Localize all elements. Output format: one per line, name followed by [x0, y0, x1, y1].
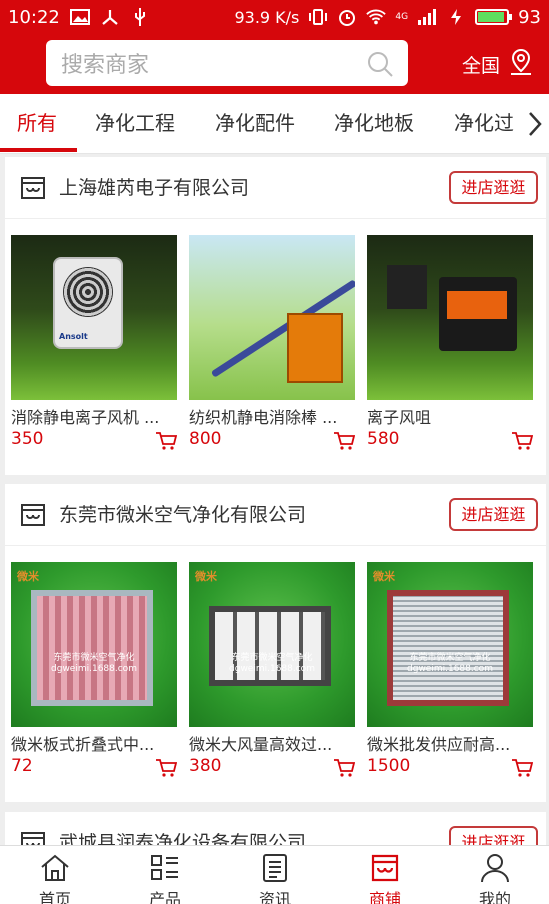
product-image-url: dgweimi.1688.com: [407, 664, 493, 674]
product-image-brand: 微米: [373, 570, 395, 583]
location-label: 全国: [462, 55, 501, 77]
product-item[interactable]: 离子风咀 580: [367, 235, 534, 450]
product-item[interactable]: 微米 东莞市微米空气净化 dgweimi.1688.com 微米大风量高效过..…: [189, 562, 356, 777]
network-type: 4G: [395, 12, 409, 22]
visit-store-button[interactable]: 进店逛逛: [449, 171, 538, 204]
category-tabs: 所有 净化工程 净化配件 净化地板 净化过: [0, 94, 549, 154]
network-speed: 93.9 K/s: [234, 7, 300, 27]
location-selector[interactable]: 全国: [462, 48, 534, 81]
nav-news-label: 资讯: [258, 890, 291, 904]
bottom-navigation: 首页 产品 资讯 商铺 我的: [0, 845, 549, 904]
alarm-icon: [337, 8, 357, 26]
cart-icon[interactable]: [155, 431, 178, 455]
product-image[interactable]: 微米 东莞市微米空气净化 dgweimi.1688.com: [189, 562, 355, 727]
store-icon: [19, 501, 47, 533]
nav-profile[interactable]: 我的: [440, 852, 549, 904]
tab-purification-parts[interactable]: 净化配件: [215, 94, 295, 152]
product-title: 离子风咀: [367, 408, 432, 426]
product-title: 微米板式折叠式中...: [11, 735, 155, 753]
status-bar: 10:22 93.9 K/s 4G 93: [0, 0, 549, 34]
product-image[interactable]: [189, 235, 355, 400]
nav-products-label: 产品: [148, 890, 181, 904]
tab-purification-filter[interactable]: 净化过: [454, 94, 514, 152]
product-image-caption: 东莞市微米空气净化: [409, 653, 491, 663]
battery-level: 93: [518, 6, 541, 28]
cart-icon[interactable]: [333, 758, 356, 782]
status-time: 10:22: [8, 6, 60, 28]
nav-news[interactable]: 资讯: [220, 852, 330, 904]
image-icon: [69, 8, 90, 26]
product-price: 800: [189, 429, 222, 449]
home-icon: [41, 854, 69, 881]
grid-list-icon: [151, 855, 178, 880]
tab-purification-engineering[interactable]: 净化工程: [95, 94, 175, 152]
user-icon: [481, 854, 509, 883]
location-pin-icon: [508, 48, 534, 81]
wifi-icon: [366, 8, 387, 26]
usb-debug-icon: [100, 8, 120, 26]
cart-icon[interactable]: [511, 431, 534, 455]
product-image-url: dgweimi.1688.com: [229, 664, 315, 674]
product-price: 1500: [367, 756, 411, 776]
nav-products[interactable]: 产品: [110, 852, 220, 904]
store-card-header: 上海雄芮电子有限公司 进店逛逛: [5, 157, 546, 219]
product-image[interactable]: 微米 东莞市微米空气净化 dgweimi.1688.com: [11, 562, 177, 727]
product-image-caption: 东莞市微米空气净化: [53, 653, 135, 663]
store-icon: [371, 854, 399, 882]
product-title: 微米批发供应耐高...: [367, 735, 511, 753]
product-item[interactable]: 纺织机静电消除棒 ... 800: [189, 235, 356, 450]
store-card: 东莞市微米空气净化有限公司 进店逛逛 微米 东莞市微米空气净化 dgweimi.…: [5, 484, 546, 802]
cart-icon[interactable]: [333, 431, 356, 455]
product-item[interactable]: 微米 东莞市微米空气净化 dgweimi.1688.com 微米板式折叠式中..…: [11, 562, 178, 777]
search-placeholder: 搜索商家: [61, 53, 150, 78]
chevron-right-icon[interactable]: [527, 110, 543, 142]
store-icon: [19, 174, 47, 206]
product-image-brand: 微米: [17, 570, 39, 583]
cart-icon[interactable]: [155, 758, 178, 782]
nav-stores[interactable]: 商铺: [330, 852, 440, 904]
visit-store-button[interactable]: 进店逛逛: [449, 498, 538, 531]
product-image-brand: 微米: [195, 570, 217, 583]
product-item[interactable]: Ansolt 消除静电离子风机 ... 350: [11, 235, 178, 450]
tab-purification-floor[interactable]: 净化地板: [334, 94, 414, 152]
nav-profile-label: 我的: [478, 890, 511, 904]
store-card-header: 东莞市微米空气净化有限公司 进店逛逛: [5, 484, 546, 546]
nav-home-label: 首页: [38, 890, 71, 904]
tab-all[interactable]: 所有: [17, 94, 57, 152]
product-image-brand: Ansolt: [59, 332, 88, 341]
signal-icon: [417, 8, 437, 26]
product-title: 微米大风量高效过...: [189, 735, 333, 753]
nav-home[interactable]: 首页: [0, 852, 110, 904]
product-price: 350: [11, 429, 44, 449]
store-name[interactable]: 上海雄芮电子有限公司: [59, 173, 249, 200]
product-image[interactable]: [367, 235, 533, 400]
app-header: 搜索商家 全国: [0, 34, 549, 94]
usb-icon: [130, 8, 150, 26]
product-image[interactable]: 微米 东莞市微米空气净化 dgweimi.1688.com: [367, 562, 533, 727]
product-image-caption: 东莞市微米空气净化: [231, 653, 313, 663]
charging-icon: [446, 8, 466, 26]
product-price: 580: [367, 429, 400, 449]
cart-icon[interactable]: [511, 758, 534, 782]
store-name[interactable]: 东莞市微米空气净化有限公司: [59, 500, 306, 527]
product-price: 72: [11, 756, 33, 776]
product-image-url: dgweimi.1688.com: [51, 664, 137, 674]
product-title: 消除静电离子风机 ...: [11, 408, 160, 426]
battery-icon: [475, 9, 513, 25]
vibrate-icon: [308, 8, 328, 26]
store-card: 上海雄芮电子有限公司 进店逛逛 Ansolt 消除静电离子风机 ... 350 …: [5, 157, 546, 475]
product-title: 纺织机静电消除棒 ...: [189, 408, 338, 426]
product-price: 380: [189, 756, 222, 776]
document-icon: [263, 854, 287, 882]
search-input[interactable]: 搜索商家: [46, 40, 408, 86]
search-icon[interactable]: [366, 50, 394, 82]
nav-stores-label: 商铺: [368, 890, 401, 904]
active-tab-indicator: [0, 148, 77, 152]
product-item[interactable]: 微米 东莞市微米空气净化 dgweimi.1688.com 微米批发供应耐高..…: [367, 562, 534, 777]
product-image[interactable]: Ansolt: [11, 235, 177, 400]
